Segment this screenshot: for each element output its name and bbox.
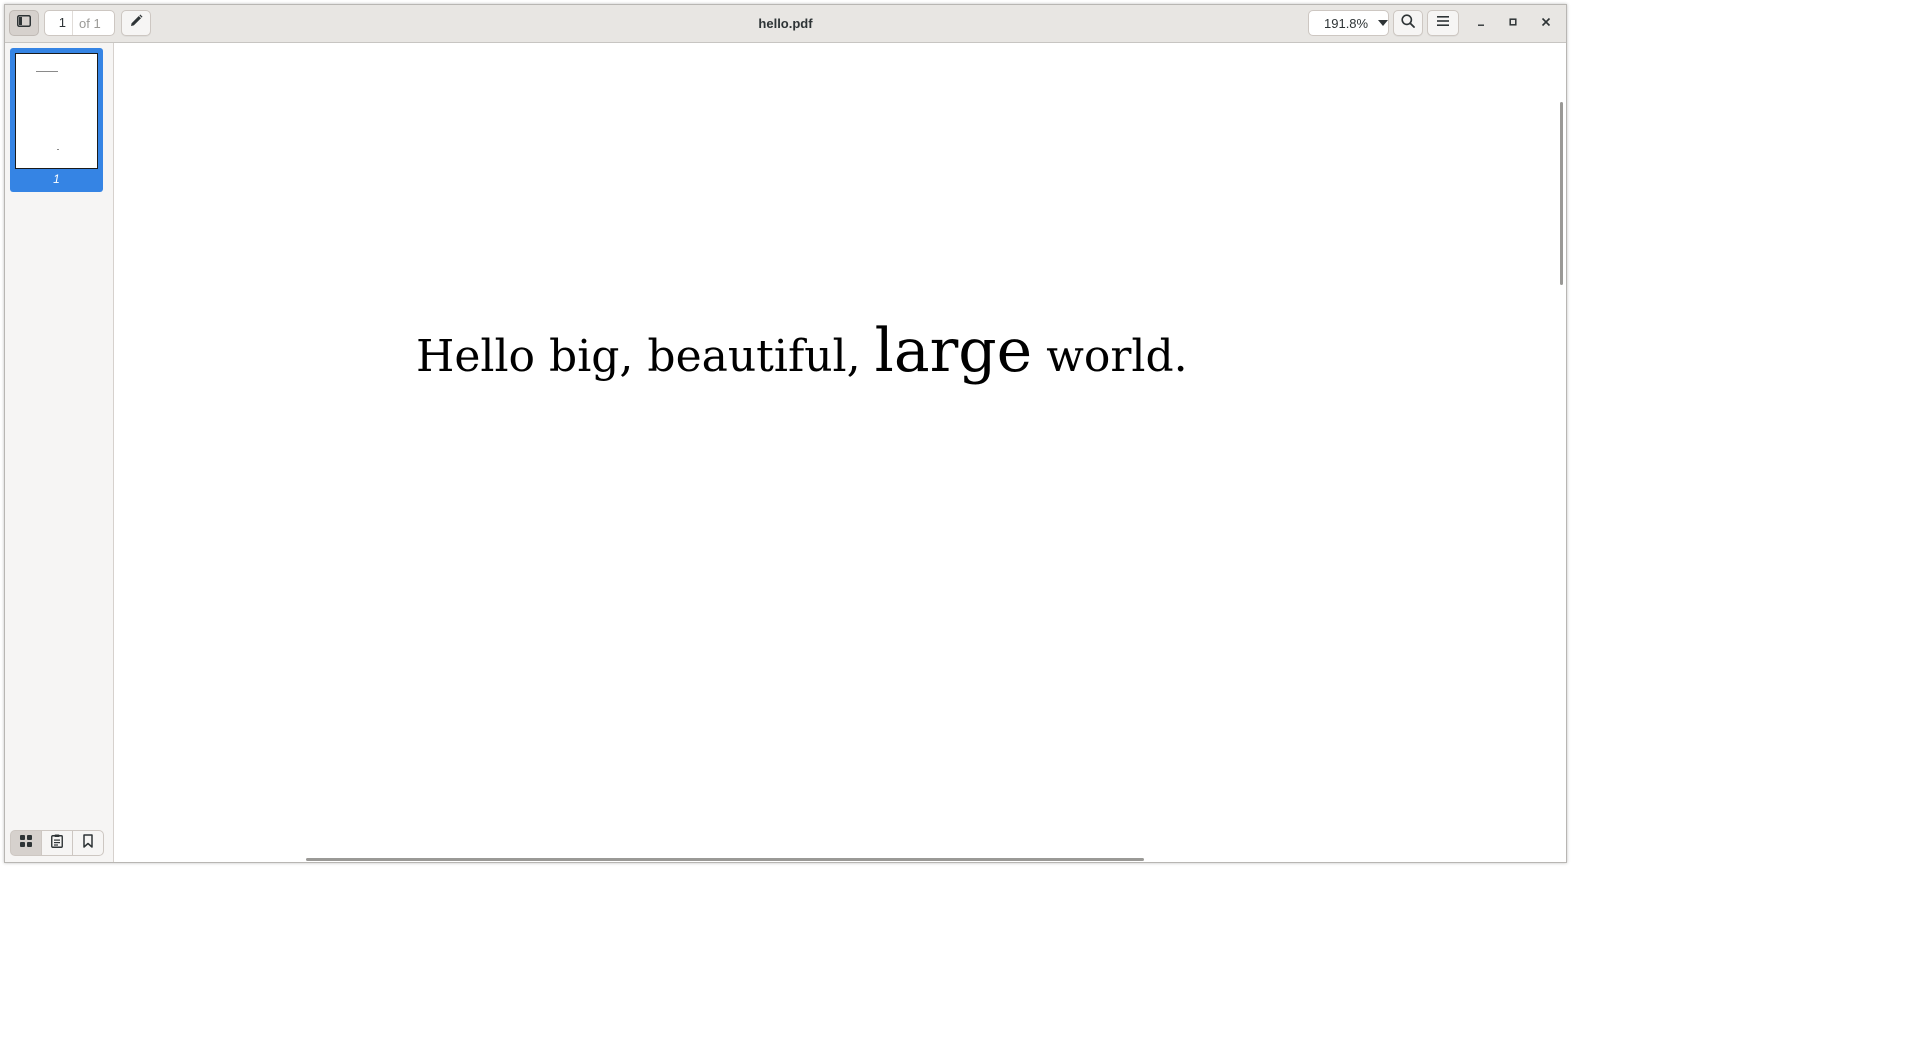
zoom-value[interactable]: 191.8% bbox=[1309, 16, 1372, 31]
document-text-large: large bbox=[874, 316, 1033, 386]
thumbnail-footer-mark bbox=[57, 149, 59, 150]
main-menu-button[interactable] bbox=[1427, 10, 1459, 36]
document-text: Hello big, beautiful, large world. bbox=[416, 321, 1188, 381]
sidebar-toggle-button[interactable] bbox=[9, 10, 39, 36]
page-number-entry[interactable]: 1 of 1 bbox=[44, 10, 115, 36]
grid-icon bbox=[20, 834, 32, 852]
header-bar: 1 of 1 hello.pdf 191.8% bbox=[5, 5, 1566, 43]
close-button[interactable] bbox=[1533, 10, 1559, 36]
bookmark-icon bbox=[83, 833, 93, 853]
chevron-down-icon[interactable] bbox=[1378, 20, 1388, 26]
thumbnail-text-line bbox=[36, 71, 58, 72]
horizontal-scrollbar[interactable] bbox=[306, 858, 1144, 861]
document-text-before: Hello big, beautiful, bbox=[416, 331, 861, 382]
page-thumbnail-image[interactable] bbox=[15, 53, 98, 169]
close-icon bbox=[1541, 14, 1551, 32]
minimize-button[interactable] bbox=[1468, 10, 1494, 36]
search-icon bbox=[1401, 13, 1415, 33]
sidebar: 1 bbox=[5, 43, 114, 862]
sidebar-icon bbox=[17, 14, 31, 32]
vertical-scrollbar[interactable] bbox=[1560, 102, 1563, 285]
pdf-viewer-window: 1 of 1 hello.pdf 191.8% 1 Hello big, bea… bbox=[4, 4, 1567, 863]
document-view[interactable]: Hello big, beautiful, large world. bbox=[114, 43, 1566, 862]
page-count-label: of 1 bbox=[79, 15, 101, 31]
annotate-button[interactable] bbox=[121, 10, 151, 36]
pencil-icon bbox=[129, 14, 143, 33]
maximize-icon bbox=[1508, 14, 1518, 32]
search-button[interactable] bbox=[1393, 10, 1423, 36]
maximize-button[interactable] bbox=[1500, 10, 1526, 36]
clipboard-icon bbox=[51, 834, 63, 853]
minimize-icon bbox=[1476, 14, 1486, 32]
hamburger-menu-icon bbox=[1436, 14, 1450, 32]
page-thumbnail-item[interactable]: 1 bbox=[10, 48, 103, 192]
bookmarks-view-button[interactable] bbox=[72, 830, 104, 856]
thumbnail-page-label: 1 bbox=[53, 172, 60, 186]
thumbnails-view-button[interactable] bbox=[10, 830, 42, 856]
zoom-selector[interactable]: 191.8% bbox=[1308, 10, 1389, 36]
annotations-view-button[interactable] bbox=[41, 830, 73, 856]
current-page-value[interactable]: 1 bbox=[45, 11, 73, 35]
document-text-after: world. bbox=[1046, 331, 1188, 382]
sidebar-view-switcher bbox=[10, 830, 104, 856]
